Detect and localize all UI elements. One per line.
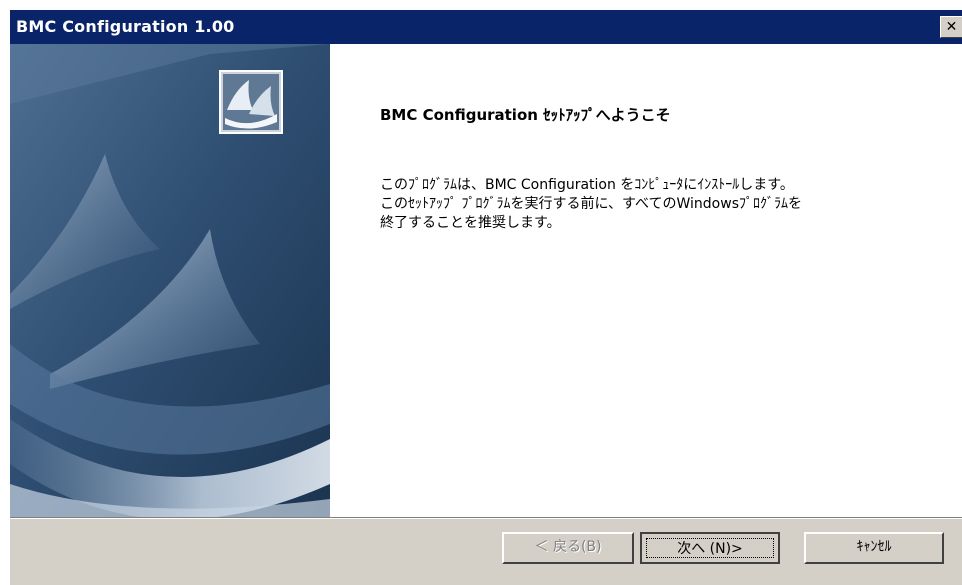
close-icon: ✕ (945, 19, 958, 35)
installer-logo-icon (219, 70, 283, 134)
title-bar[interactable]: BMC Configuration 1.00 ✕ (10, 10, 962, 44)
welcome-description: このﾌﾟﾛｸﾞﾗﾑは、BMC Configuration をｺﾝﾋﾟｭｰﾀにｲﾝ… (380, 176, 940, 233)
window-title: BMC Configuration 1.00 (16, 17, 235, 36)
dialog-content: BMC Configuration ｾｯﾄｱｯﾌﾟへようこそ このﾌﾟﾛｸﾞﾗﾑ… (10, 44, 962, 517)
welcome-line-3: 終了することを推奨します。 (380, 215, 561, 231)
welcome-line-2: このｾｯﾄｱｯﾌﾟ ﾌﾟﾛｸﾞﾗﾑを実行する前に、すべてのWindowsﾌﾟﾛｸ… (380, 196, 802, 212)
next-button[interactable]: 次へ (N)> (640, 532, 780, 564)
close-button[interactable]: ✕ (940, 16, 962, 38)
setup-dialog-window: BMC Configuration 1.00 ✕ BMC Configurati… (0, 0, 962, 585)
welcome-line-1: このﾌﾟﾛｸﾞﾗﾑは、BMC Configuration をｺﾝﾋﾟｭｰﾀにｲﾝ… (380, 177, 794, 193)
sail-banner-graphic (10, 44, 330, 517)
back-button[interactable]: ＜ 戻る(B) (502, 532, 634, 564)
button-area-separator (10, 517, 962, 519)
cancel-button[interactable]: ｷｬﾝｾﾙ (804, 532, 944, 564)
welcome-heading: BMC Configuration ｾｯﾄｱｯﾌﾟへようこそ (380, 106, 671, 124)
next-button-label: 次へ (N)> (646, 538, 774, 558)
